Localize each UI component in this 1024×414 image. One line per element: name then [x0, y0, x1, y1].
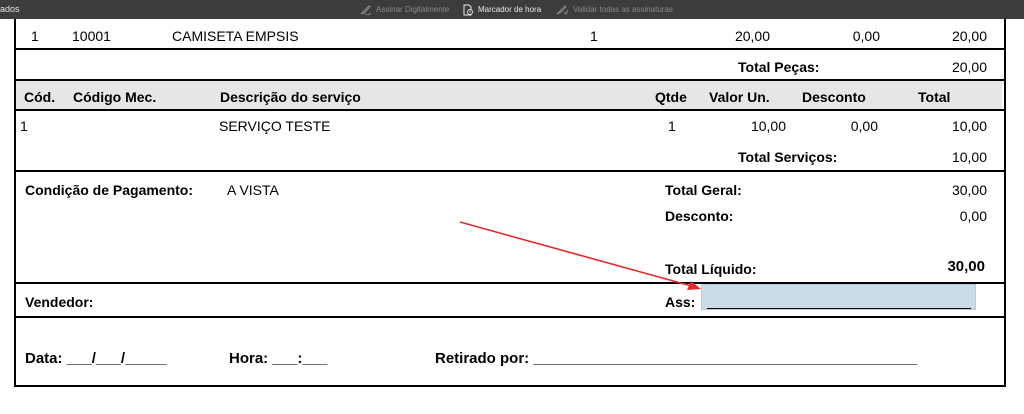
annotation-arrow — [459, 221, 701, 290]
